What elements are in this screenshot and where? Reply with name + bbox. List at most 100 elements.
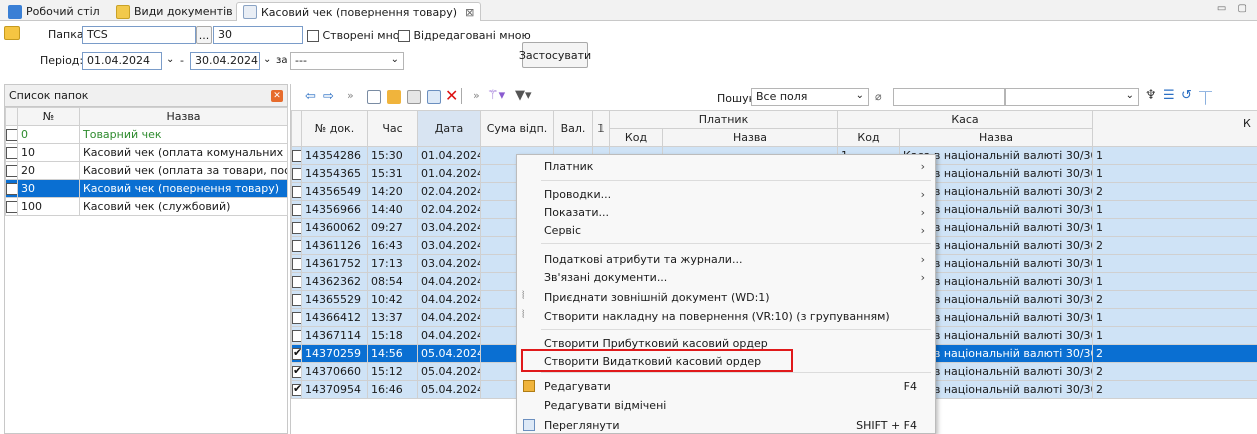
cell-num: 14367114 [301,326,368,345]
menu-item-4[interactable]: Сервіс › [517,221,935,239]
row-checkbox[interactable] [291,254,302,273]
folder-row-check[interactable] [5,161,18,180]
close-panel-icon[interactable]: ✕ [271,89,283,102]
date-to-input[interactable]: 30.04.2024 [190,52,260,70]
tab-document-types[interactable]: Види документів [110,2,239,21]
row-checkbox[interactable] [291,236,302,255]
created-by-me-checkbox[interactable]: Створені мною [307,29,409,42]
tab-desktop[interactable]: Робочий стіл [2,2,106,21]
row-checkbox[interactable] [291,164,302,183]
tab-cash-receipt-return[interactable]: Касовий чек (повернення товару) ⊠ [236,2,482,21]
row-checkbox[interactable] [291,182,302,201]
grid-header-cash-code[interactable]: Код [837,128,900,147]
folder-row-check[interactable] [5,125,18,144]
binoculars-icon[interactable]: ♆ [1145,88,1157,103]
cell-time: 14:20 [367,182,418,201]
folder-row-check[interactable] [5,179,18,198]
date-from-dropdown-icon[interactable]: ⌄ [166,54,174,65]
date-from-input[interactable]: 01.04.2024 [82,52,162,70]
row-checkbox[interactable] [291,344,302,363]
copy-document-icon[interactable] [407,90,421,104]
grid-header-currency[interactable]: Вал. [553,110,593,147]
date-to-dropdown-icon[interactable]: ⌄ [263,54,271,65]
menu-item-6[interactable]: Зв'язані документи... › [517,268,935,286]
menu-item-2[interactable]: Проводки... › [517,185,935,203]
more-icon[interactable]: » [347,89,354,102]
forward-arrow-icon[interactable]: ⇨ [323,89,334,104]
grid-header-sum[interactable]: Сума відп. [480,110,554,147]
folder-row[interactable]: 0 Товарний чек [5,125,288,144]
eraser-icon[interactable]: ⌀ [875,90,882,103]
window-controls[interactable]: ▭ ▢ [1217,3,1251,14]
grid-header-payer-code[interactable]: Код [609,128,663,147]
menu-item-label: Створити накладну на повернення (VR:10) … [544,309,890,323]
cell-time: 15:30 [367,146,418,165]
menu-item-1[interactable]: Платник › [517,157,935,175]
menu-item-11[interactable]: Редагувати F4 [517,377,935,395]
menu-item-5[interactable]: Податкові атрибути та журнали... › [517,250,935,268]
grid-header-date[interactable]: Дата [417,110,481,147]
cell-k: 2 [1092,380,1257,399]
new-document-icon[interactable] [367,90,381,104]
search-input[interactable] [893,88,1005,106]
menu-item-3[interactable]: Показати... › [517,203,935,221]
cell-date: 04.04.2024 [417,326,481,345]
cell-time: 15:12 [367,362,418,381]
filter-icon[interactable]: ▼▾ [515,88,532,103]
menu-item-8[interactable]: ⦚ Створити накладну на повернення (VR:10)… [517,307,935,325]
folder-row-check[interactable] [5,143,18,162]
row-checkbox[interactable] [291,326,302,345]
submenu-arrow-icon: › [920,270,925,284]
folder-code-input[interactable]: 30 [213,26,303,44]
row-checkbox[interactable] [291,380,302,399]
grid-toolbar: ⇦ ⇨ » ✕ » ⚚▾ ▼▾ Пошук: Все поля ⌄ ⌀ ⌄ ♆ … [291,84,1257,110]
edited-by-me-checkbox[interactable]: Відредаговані мною [398,29,531,42]
more-icon-2[interactable]: » [473,89,480,102]
clear-filter-icon[interactable]: ⏉ [1199,88,1212,107]
menu-item-13[interactable]: Переглянути SHIFT + F4 [517,416,935,434]
row-checkbox[interactable] [291,362,302,381]
search-field-select[interactable]: Все поля ⌄ [751,88,869,106]
cell-time: 08:54 [367,272,418,291]
menu-item-7[interactable]: ⦚ Приєднати зовнішній документ (WD:1) [517,288,935,306]
close-tab-icon[interactable]: ⊠ [465,6,474,19]
list-icon[interactable]: ☰ [1163,88,1175,103]
period-type-select[interactable]: --- ⌄ [290,52,404,70]
grid-header-cash-name[interactable]: Назва [899,128,1093,147]
paperclip-icon: 𝟙 [597,122,605,135]
cell-num: 14354286 [301,146,368,165]
grid-header-time[interactable]: Час [367,110,418,147]
row-checkbox[interactable] [291,218,302,237]
row-checkbox[interactable] [291,290,302,309]
wand-icon[interactable]: ⚚▾ [487,88,505,103]
delete-icon[interactable]: ✕ [445,86,458,105]
row-checkbox[interactable] [291,308,302,327]
grid-header-attachment[interactable]: 𝟙 [592,110,610,147]
folder-row[interactable]: 10 Касовий чек (оплата комунальних пос [5,143,288,162]
folder-row-check[interactable] [5,197,18,216]
folder-row[interactable]: 30 Касовий чек (повернення товару) [5,179,288,198]
edit-document-icon[interactable] [387,90,401,104]
folder-input[interactable]: TCS [82,26,196,44]
folder-header-num[interactable]: № [17,107,80,126]
row-checkbox[interactable] [291,272,302,291]
folder-row[interactable]: 100 Касовий чек (службовий) [5,197,288,216]
menu-item-label: Редагувати [544,379,611,393]
undo-icon[interactable]: ↺ [1181,88,1192,103]
grid-header-payer-name[interactable]: Назва [662,128,838,147]
menu-item-12[interactable]: Редагувати відмічені [517,396,935,414]
folder-header-name[interactable]: Назва [79,107,288,126]
open-folder-icon[interactable] [4,26,20,40]
cell-num: 14361752 [301,254,368,273]
view-document-icon[interactable] [427,90,441,104]
row-checkbox[interactable] [291,146,302,165]
cell-k: 1 [1092,218,1257,237]
folder-row[interactable]: 20 Касовий чек (оплата за товари, послу [5,161,288,180]
search-value-select[interactable]: ⌄ [1005,88,1139,106]
folder-browse-button[interactable]: ... [196,26,212,44]
grid-header-num[interactable]: № док. [301,110,368,147]
apply-button[interactable]: Застосувати [519,42,591,68]
back-arrow-icon[interactable]: ⇦ [305,89,316,104]
row-checkbox[interactable] [291,200,302,219]
cell-date: 04.04.2024 [417,308,481,327]
